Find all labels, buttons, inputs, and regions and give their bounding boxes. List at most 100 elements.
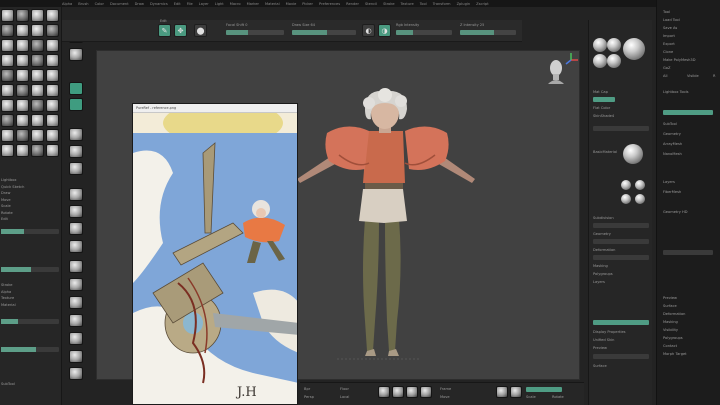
brush-icon[interactable] [46, 39, 59, 52]
tool-menu-bar[interactable] [663, 250, 713, 255]
menu-item[interactable]: Alpha [62, 2, 72, 6]
shelf-button-active[interactable] [69, 82, 83, 95]
brush-preset-icon[interactable] [392, 386, 404, 398]
brush-icon[interactable] [31, 39, 44, 52]
brush-icon[interactable] [46, 129, 59, 142]
tool-menu-item[interactable]: SubTool [663, 122, 677, 126]
menu-item[interactable]: Render [346, 2, 359, 6]
menu-item[interactable]: Macro [230, 2, 241, 6]
brush-icon[interactable] [1, 114, 14, 127]
left-slider[interactable] [1, 229, 59, 234]
brush-icon[interactable] [46, 114, 59, 127]
tool-menu-item[interactable]: Preview [663, 296, 677, 300]
bottom-label[interactable]: Scale [526, 395, 536, 399]
menu-item[interactable]: Texture [401, 2, 414, 6]
shelf-button[interactable] [69, 48, 83, 61]
tool-menu-item[interactable]: Contact [663, 344, 677, 348]
brush-icon[interactable] [16, 69, 29, 82]
shelf-button[interactable] [69, 162, 83, 175]
brush-preset-icon[interactable] [420, 386, 432, 398]
panel-label[interactable]: Masking [593, 264, 608, 268]
panel-label[interactable]: BasicMaterial [593, 150, 617, 154]
tool-menu-item[interactable]: Visible [687, 74, 699, 78]
menu-item[interactable]: Zscript [476, 2, 488, 6]
menu-item[interactable]: Material [265, 2, 280, 6]
left-lower-item[interactable]: Material [1, 302, 16, 309]
shelf-button[interactable] [69, 188, 83, 201]
frame-icon[interactable] [496, 386, 508, 398]
color-ball-icon[interactable] [635, 180, 645, 190]
brush-preset-icon[interactable] [378, 386, 390, 398]
panel-label[interactable]: Mat Cap [593, 90, 608, 94]
panel-bar[interactable] [593, 255, 649, 260]
tool-menu-item[interactable]: Layers [663, 180, 675, 184]
brush-icon[interactable] [46, 99, 59, 112]
tool-menu-item[interactable]: Export [663, 42, 675, 46]
menu-item[interactable]: Light [215, 2, 224, 6]
left-menu-item[interactable]: Edit [1, 216, 24, 223]
zsub-button[interactable]: ◑ [378, 24, 391, 37]
menu-item[interactable]: Movie [286, 2, 297, 6]
shelf-button[interactable] [69, 222, 83, 235]
head-thumbnail-icon[interactable] [546, 58, 566, 84]
panel-label[interactable]: Surface [593, 364, 607, 368]
left-slider[interactable] [1, 347, 59, 352]
tool-menu-item[interactable]: Load Tool [663, 18, 680, 22]
panel-label[interactable]: SkinShade4 [593, 114, 614, 118]
tool-menu-item[interactable]: Lightbox Tools [663, 90, 688, 94]
shelf-button[interactable] [69, 278, 83, 291]
panel-label[interactable]: Subdivision [593, 216, 614, 220]
material-ball-icon[interactable] [593, 38, 607, 52]
panel-bar[interactable] [593, 223, 649, 228]
brush-preset-icon[interactable] [406, 386, 418, 398]
bottom-bar[interactable] [526, 387, 562, 392]
bottom-label[interactable]: Local [340, 395, 349, 399]
brush-icon[interactable] [16, 54, 29, 67]
material-ball-icon[interactable] [607, 38, 621, 52]
left-slider[interactable] [1, 319, 59, 324]
shelf-button[interactable] [69, 350, 83, 363]
menu-item[interactable]: Preferences [319, 2, 340, 6]
brush-icon[interactable] [16, 99, 29, 112]
brush-icon[interactable] [16, 114, 29, 127]
bottom-label[interactable]: Frame [440, 387, 451, 391]
shelf-button[interactable] [69, 128, 83, 141]
material-ball-icon[interactable] [607, 54, 621, 68]
tool-menu-item[interactable]: Masking [663, 320, 678, 324]
panel-label[interactable]: Deformation [593, 248, 615, 252]
brush-icon[interactable] [1, 84, 14, 97]
tool-menu-item[interactable]: ArrayMesh [663, 142, 682, 146]
brush-icon[interactable] [46, 144, 59, 157]
brush-icon[interactable] [16, 39, 29, 52]
brush-icon[interactable] [1, 54, 14, 67]
shelf-button[interactable] [69, 145, 83, 158]
tool-menu-item[interactable]: FiberMesh [663, 190, 681, 194]
tool-menu-item[interactable]: R [713, 74, 716, 78]
brush-icon[interactable] [16, 9, 29, 22]
panel-bar[interactable] [593, 97, 615, 102]
brush-icon[interactable] [1, 69, 14, 82]
menu-item[interactable]: Tool [420, 2, 427, 6]
reference-image-window[interactable]: PureRef - reference.png J.H [132, 103, 298, 405]
menu-item[interactable]: Marker [247, 2, 259, 6]
panel-bar[interactable] [593, 239, 649, 244]
shelf-button[interactable] [69, 240, 83, 253]
brush-icon[interactable] [1, 39, 14, 52]
brush-icon[interactable] [46, 9, 59, 22]
menu-item[interactable]: Brush [78, 2, 88, 6]
menu-item[interactable]: Dynamics [150, 2, 168, 6]
shelf-button[interactable] [69, 205, 83, 218]
shelf-button[interactable] [69, 332, 83, 345]
brush-icon[interactable] [16, 129, 29, 142]
menu-item[interactable]: Transform [433, 2, 451, 6]
tool-menu-item[interactable]: All [663, 74, 667, 78]
tool-menu-item[interactable]: Clone [663, 50, 673, 54]
brush-icon[interactable] [16, 24, 29, 37]
tool-menu-item[interactable]: Make PolyMesh3D [663, 58, 696, 62]
panel-label[interactable]: Preview [593, 346, 607, 350]
focal-shift-slider[interactable] [226, 30, 284, 35]
brush-icon[interactable] [1, 99, 14, 112]
z-intensity-slider[interactable] [460, 30, 516, 35]
tool-menu-item[interactable]: Deformation [663, 312, 685, 316]
left-lower-item[interactable]: Texture [1, 295, 16, 302]
